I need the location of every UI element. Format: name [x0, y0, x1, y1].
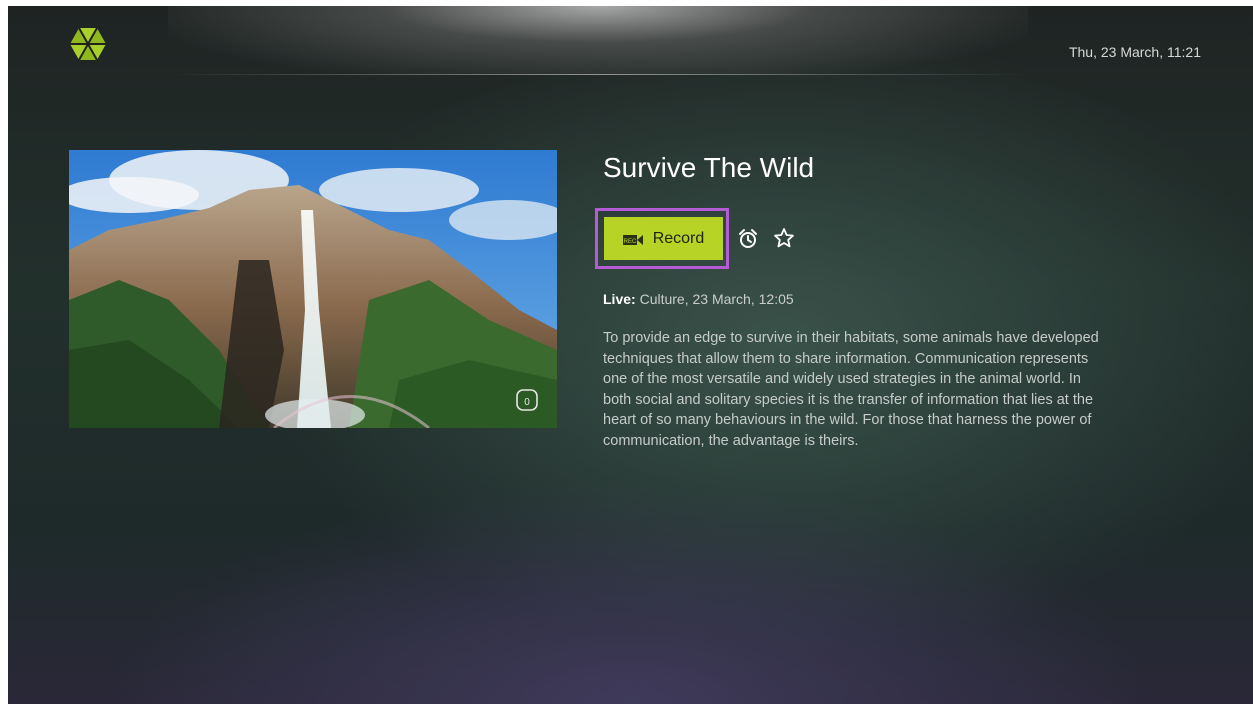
alarm-clock-icon[interactable]: [737, 228, 759, 250]
live-schedule: Live: Culture, 23 March, 12:05: [603, 291, 794, 307]
channel-logo-icon: [66, 24, 110, 64]
record-button-label: Record: [652, 229, 705, 247]
program-title: Survive The Wild: [603, 152, 815, 183]
header-divider: [168, 74, 1028, 75]
svg-text:REC: REC: [623, 239, 636, 245]
tv-screen: Thu, 23 March, 11:21 0 Survive The Wild …: [8, 6, 1253, 704]
live-info: Culture, 23 March, 12:05: [635, 291, 794, 307]
record-button[interactable]: REC Record: [604, 217, 723, 260]
program-poster: 0: [69, 150, 557, 428]
star-icon[interactable]: [773, 227, 795, 249]
header-glow: [168, 6, 1028, 74]
program-description: To provide an edge to survive in their h…: [603, 330, 1099, 449]
svg-text:0: 0: [524, 397, 530, 408]
live-label: Live:: [603, 291, 636, 307]
header-datetime: Thu, 23 March, 11:21: [1068, 44, 1201, 60]
waterfall-landscape-image: 0: [69, 150, 557, 428]
rec-camera-icon: REC: [622, 233, 643, 245]
